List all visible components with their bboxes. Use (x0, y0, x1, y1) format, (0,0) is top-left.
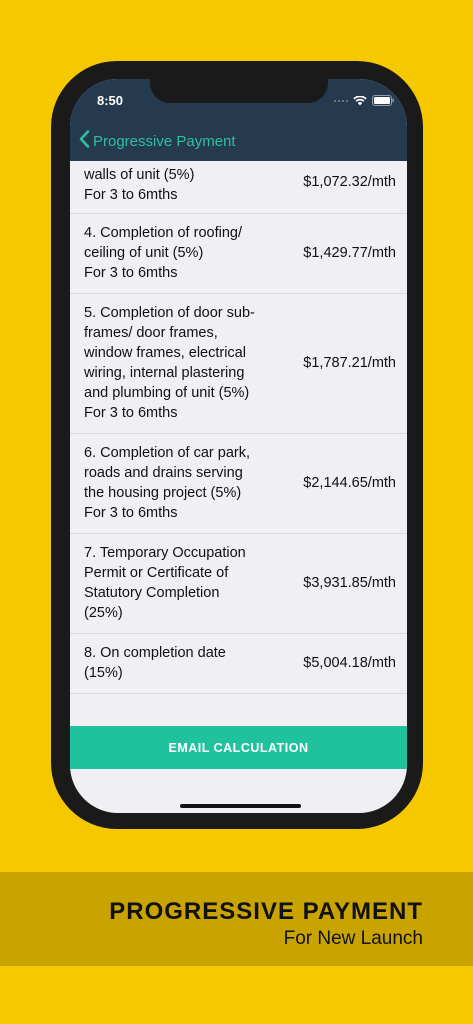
stage-amount: $1,787.21/mth (303, 355, 396, 371)
stage-description: 5. Completion of door sub- frames/ door … (84, 305, 255, 421)
notch (150, 79, 328, 103)
nav-header: 8:50 Progressive Payment (70, 79, 407, 161)
stage-description: 7. Temporary Occupation Permit or Certif… (84, 545, 246, 621)
battery-icon (372, 95, 394, 106)
back-label: Progressive Payment (93, 132, 236, 150)
email-calculation-button[interactable]: EMAIL CALCULATION (70, 726, 407, 769)
status-time: 8:50 (97, 93, 124, 108)
signal-icon (334, 99, 348, 102)
stage-amount: $1,072.32/mth (303, 174, 396, 190)
stage-description: 4. Completion of roofing/ ceiling of uni… (84, 225, 242, 281)
list-item: 5. Completion of door sub- frames/ door … (70, 294, 407, 434)
banner-subtitle: For New Launch (283, 928, 423, 949)
promo-banner: PROGRESSIVE PAYMENT For New Launch (0, 872, 473, 966)
list-item: walls of unit (5%) For 3 to 6mths $1,072… (70, 161, 407, 214)
status-icons (334, 95, 394, 106)
list-item: 6. Completion of car park, roads and dra… (70, 434, 407, 534)
wifi-icon (353, 95, 367, 106)
back-button[interactable]: Progressive Payment (79, 130, 236, 152)
chevron-left-icon (79, 130, 90, 152)
list-item: 7. Temporary Occupation Permit or Certif… (70, 534, 407, 634)
stage-amount: $5,004.18/mth (303, 655, 396, 671)
stage-description: walls of unit (5%) For 3 to 6mths (84, 167, 195, 203)
banner-title: PROGRESSIVE PAYMENT (109, 898, 423, 925)
stage-amount: $3,931.85/mth (303, 575, 396, 591)
list-item: 8. On completion date (15%) $5,004.18/mt… (70, 634, 407, 694)
home-indicator (180, 804, 301, 808)
phone-screen: 8:50 Progressive Payment walls of unit (… (70, 79, 407, 813)
stage-description: 8. On completion date (15%) (84, 645, 226, 681)
stage-amount: $2,144.65/mth (303, 475, 396, 491)
payment-list: walls of unit (5%) For 3 to 6mths $1,072… (70, 161, 407, 694)
list-item: 4. Completion of roofing/ ceiling of uni… (70, 214, 407, 294)
stage-amount: $1,429.77/mth (303, 245, 396, 261)
stage-description: 6. Completion of car park, roads and dra… (84, 445, 251, 521)
